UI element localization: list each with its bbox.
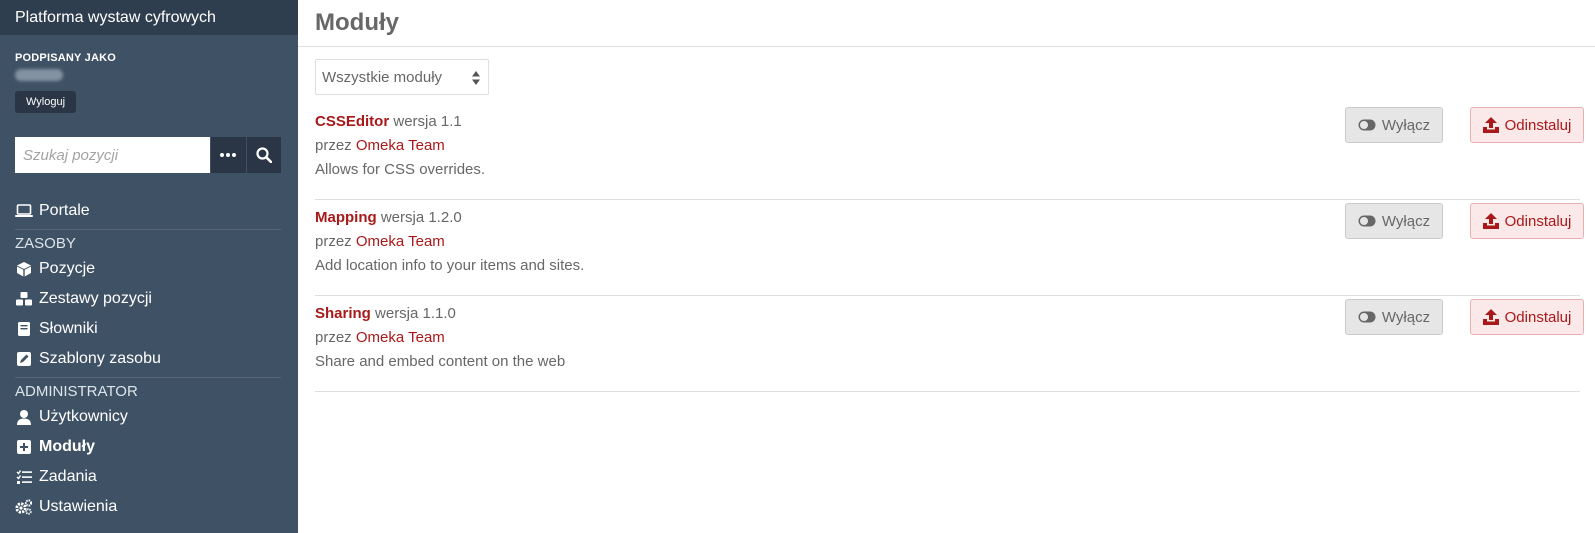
upload-icon	[1482, 309, 1499, 325]
book-icon	[15, 320, 33, 338]
sidebar-item-label: Użytkownicy	[39, 408, 128, 425]
module-row: Sharing wersja 1.1.0 przez Omeka Team Sh…	[315, 296, 1584, 392]
sidebar: Platforma wystaw cyfrowych PODPISANY JAK…	[0, 0, 298, 533]
select-arrows-icon	[472, 71, 480, 85]
logout-button[interactable]: Wyloguj	[15, 91, 77, 113]
page-header: Moduły	[298, 0, 1595, 47]
user-block: PODPISANY JAKO Wyloguj	[0, 35, 298, 113]
disable-label: Wyłącz	[1381, 212, 1431, 230]
main-content: Moduły Wszystkie moduły CSSEditor wersja…	[298, 0, 1595, 533]
sidebar-item-label: Słowniki	[39, 320, 98, 337]
nav-heading-admin: ADMINISTRATOR	[15, 383, 138, 400]
nav-divider	[15, 229, 281, 230]
module-name: CSSEditor	[315, 113, 390, 130]
nav-heading-resources: ZASOBY	[15, 235, 76, 252]
advanced-search-button[interactable]	[211, 137, 246, 173]
page-title: Moduły	[315, 9, 399, 36]
sidebar-item-label: Szablony zasobu	[39, 350, 161, 367]
disable-label: Wyłącz	[1381, 116, 1431, 134]
upload-icon	[1482, 117, 1499, 133]
search-submit-button[interactable]	[246, 137, 281, 173]
upload-icon	[1482, 213, 1499, 229]
sidebar-item-vocabularies[interactable]: Słowniki	[15, 314, 281, 344]
cogs-icon	[15, 498, 33, 516]
sidebar-item-label: Pozycje	[39, 260, 96, 277]
sidebar-item-label: Moduły	[39, 438, 95, 455]
edit-icon	[15, 350, 33, 368]
sidebar-item-items[interactable]: Pozycje	[15, 254, 281, 284]
sidebar-item-users[interactable]: Użytkownicy	[15, 402, 281, 432]
sidebar-item-label: Zestawy pozycji	[39, 290, 152, 307]
sidebar-item-label: Ustawienia	[39, 498, 118, 515]
sidebar-item-portals[interactable]: Portale	[15, 196, 281, 226]
module-row: CSSEditor wersja 1.1 przez Omeka Team Al…	[315, 104, 1584, 200]
search-icon	[256, 147, 272, 163]
sidebar-nav: Portale ZASOBY Pozycje Zestawy pozycji S…	[15, 196, 281, 522]
uninstall-label: Odinstaluj	[1504, 116, 1572, 134]
uninstall-module-button[interactable]: Odinstaluj	[1470, 203, 1584, 239]
module-by-label: przez	[315, 137, 352, 154]
cubes-icon	[15, 290, 33, 308]
module-version: wersja 1.2.0	[380, 209, 462, 226]
module-description: Allows for CSS overrides.	[315, 161, 486, 178]
nav-divider	[15, 377, 281, 378]
module-list: CSSEditor wersja 1.1 przez Omeka Team Al…	[315, 104, 1584, 392]
toggle-on-icon	[1358, 215, 1376, 227]
user-name-redacted	[15, 69, 63, 81]
search-bar	[15, 137, 281, 173]
module-version: wersja 1.1.0	[375, 305, 456, 322]
ellipsis-icon	[220, 153, 237, 157]
module-filter-value: Wszystkie moduły	[322, 69, 443, 86]
disable-module-button[interactable]: Wyłącz	[1345, 203, 1443, 239]
laptop-icon	[15, 202, 33, 220]
disable-module-button[interactable]: Wyłącz	[1345, 299, 1443, 335]
sidebar-item-item-sets[interactable]: Zestawy pozycji	[15, 284, 281, 314]
uninstall-label: Odinstaluj	[1504, 212, 1572, 230]
sidebar-item-resource-templates[interactable]: Szablony zasobu	[15, 344, 281, 374]
sidebar-item-label: Zadania	[39, 468, 97, 485]
uninstall-module-button[interactable]: Odinstaluj	[1470, 107, 1584, 143]
module-filter-select[interactable]: Wszystkie moduły	[315, 59, 489, 95]
site-title[interactable]: Platforma wystaw cyfrowych	[0, 0, 298, 35]
module-author-link[interactable]: Omeka Team	[356, 233, 445, 250]
module-by-label: przez	[315, 233, 352, 250]
disable-label: Wyłącz	[1381, 308, 1431, 326]
uninstall-label: Odinstaluj	[1504, 308, 1572, 326]
sidebar-item-settings[interactable]: Ustawienia	[15, 492, 281, 522]
tasks-icon	[15, 468, 33, 486]
module-author-link[interactable]: Omeka Team	[356, 329, 445, 346]
search-input[interactable]	[15, 137, 210, 173]
uninstall-module-button[interactable]: Odinstaluj	[1470, 299, 1584, 335]
module-name: Mapping	[315, 209, 377, 226]
toggle-on-icon	[1358, 119, 1376, 131]
disable-module-button[interactable]: Wyłącz	[1345, 107, 1443, 143]
sidebar-item-label: Portale	[39, 202, 90, 219]
cube-icon	[15, 260, 33, 278]
signed-in-label: PODPISANY JAKO	[15, 52, 117, 64]
sidebar-item-modules[interactable]: Moduły	[15, 432, 281, 462]
user-icon	[15, 408, 33, 426]
module-by-label: przez	[315, 329, 352, 346]
module-description: Share and embed content on the web	[315, 353, 566, 370]
module-version: wersja 1.1	[393, 113, 462, 130]
module-row: Mapping wersja 1.2.0 przez Omeka Team Ad…	[315, 200, 1584, 296]
toggle-on-icon	[1358, 311, 1376, 323]
module-author-link[interactable]: Omeka Team	[356, 137, 445, 154]
plus-square-icon	[15, 438, 33, 456]
sidebar-item-jobs[interactable]: Zadania	[15, 462, 281, 492]
module-description: Add location info to your items and site…	[315, 257, 585, 274]
module-name: Sharing	[315, 305, 371, 322]
